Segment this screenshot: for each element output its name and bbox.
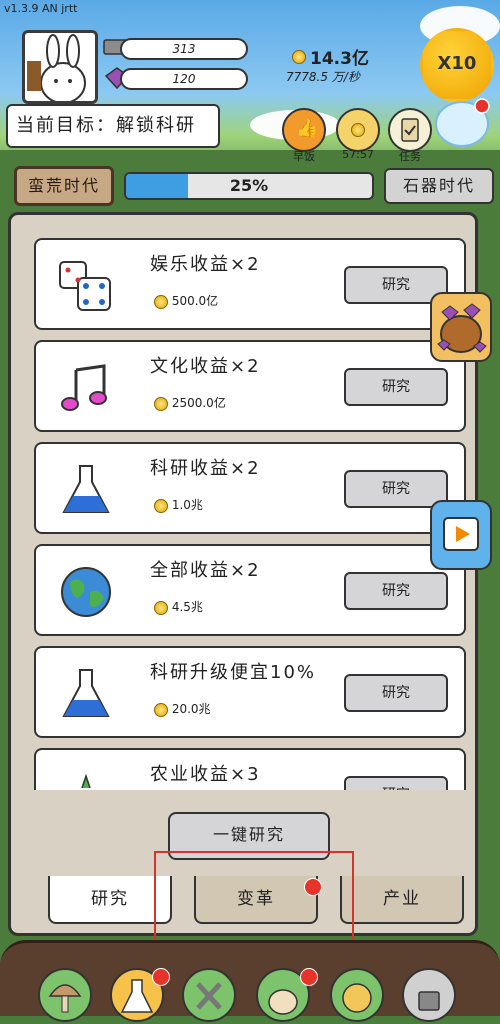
era-progress-bar: 25% <box>124 172 374 200</box>
next-era-badge[interactable]: 石器时代 <box>384 168 494 204</box>
carrot-icon <box>81 773 91 789</box>
research-title: 科研升级便宜10% <box>150 662 317 683</box>
research-cost-value: 2500.0亿 <box>171 396 226 410</box>
task-label: 任务 <box>399 150 421 163</box>
blessing-icon[interactable] <box>428 92 496 156</box>
research-button[interactable]: 研究 <box>344 572 448 610</box>
flask-icon <box>62 465 110 513</box>
dice-icon <box>59 261 111 311</box>
music-note-icon <box>61 364 107 411</box>
globe-icon <box>61 567 111 617</box>
research-cost: 500.0亿 <box>154 292 218 309</box>
research-item: 文化收益×2 2500.0亿 研究 <box>34 340 466 432</box>
research-title: 科研收益×2 <box>150 458 261 479</box>
breakfast-button[interactable]: 👍 <box>282 108 326 152</box>
version-text: v1.3.9 AN jrtt <box>4 2 78 15</box>
research-item: 全部收益×2 4.5兆 研究 <box>34 544 466 636</box>
research-cost-value: 4.5兆 <box>171 600 203 614</box>
research-cost: 20.0兆 <box>154 700 211 717</box>
research-item: 农业收益×3 研究 <box>34 748 466 790</box>
task-button[interactable] <box>388 108 432 152</box>
research-item: 科研收益×2 1.0兆 研究 <box>34 442 466 534</box>
research-button[interactable]: 研究 <box>344 674 448 712</box>
timer-coin-button[interactable] <box>336 108 380 152</box>
era-progress-text: 25% <box>229 176 269 195</box>
gem-count: 120 <box>120 68 248 90</box>
research-list[interactable]: 娱乐收益×2 500.0亿 研究 文化收益×2 2500.0亿 研究 科研收益×… <box>26 232 472 790</box>
gold-rate: 7778.5 万/秒 <box>286 70 360 84</box>
thumbs-up-icon: 👍 <box>296 118 319 139</box>
gold-coin-icon <box>292 50 306 64</box>
breakfast-label: 早饭 <box>293 150 315 163</box>
multiplier-button[interactable]: X10 <box>420 28 494 102</box>
bottom-nav-globe[interactable] <box>330 968 384 1022</box>
tab-industry[interactable]: 产业 <box>340 876 464 924</box>
bottom-nav-build[interactable] <box>38 968 92 1022</box>
research-item: 科研升级便宜10% 20.0兆 研究 <box>34 646 466 738</box>
research-title: 全部收益×2 <box>150 560 261 581</box>
clipboard-icon <box>401 118 419 142</box>
research-cost: 2500.0亿 <box>154 394 226 411</box>
research-button[interactable]: 研究 <box>344 368 448 406</box>
current-goal: 当前目标：解锁科研 <box>6 104 220 148</box>
gold-coin-icon <box>154 498 168 513</box>
research-cost: 4.5兆 <box>154 598 203 615</box>
research-button[interactable]: 研究 <box>344 776 448 790</box>
research-title: 文化收益×2 <box>150 356 261 377</box>
research-title: 农业收益×3 <box>150 764 261 785</box>
gold-coin-icon <box>154 702 168 717</box>
notification-dot <box>152 968 170 986</box>
research-cost-value: 20.0兆 <box>171 702 211 716</box>
flask-icon <box>62 669 110 717</box>
gem-bag-icon <box>437 303 487 353</box>
stone-count: 313 <box>120 38 248 60</box>
play-icon <box>443 517 479 551</box>
research-cost: 1.0兆 <box>154 496 203 513</box>
research-item: 娱乐收益×2 500.0亿 研究 <box>34 238 466 330</box>
timer-label: 57:57 <box>342 148 374 161</box>
research-cost-value: 500.0亿 <box>171 294 219 308</box>
gold-coin-icon <box>351 123 365 137</box>
gold-coin-icon <box>154 600 168 615</box>
current-era-badge: 蛮荒时代 <box>14 166 114 206</box>
notification-dot <box>300 968 318 986</box>
avatar[interactable] <box>22 30 98 104</box>
bottom-nav-locked[interactable] <box>402 968 456 1022</box>
research-cost-value: 1.0兆 <box>171 498 203 512</box>
research-title: 娱乐收益×2 <box>150 254 261 275</box>
gold-coin-icon <box>154 294 168 309</box>
gem-bag-button[interactable] <box>430 292 492 362</box>
gold-coin-icon <box>154 396 168 411</box>
gold-total: 14.3亿 <box>310 49 369 69</box>
video-ad-button[interactable] <box>430 500 492 570</box>
bottom-nav-tools[interactable] <box>182 968 236 1022</box>
